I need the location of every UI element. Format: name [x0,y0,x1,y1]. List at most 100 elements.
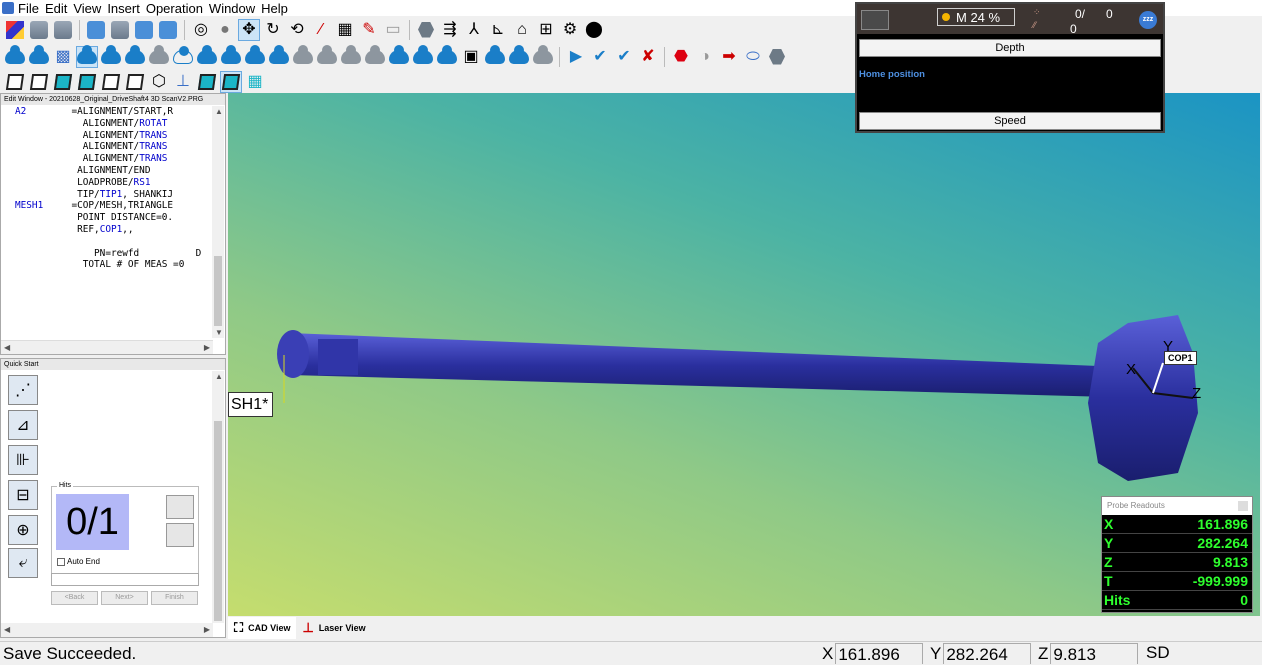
cube-wire-icon[interactable]: ⬡ [148,71,170,93]
arrow-right-icon[interactable]: ➡ [718,46,740,68]
screen-capture-icon[interactable]: ▭ [382,19,404,41]
cloud-psl-export-icon[interactable] [316,44,338,68]
grid-icon[interactable]: ▦ [244,71,266,93]
alignment-icon[interactable]: ⊿ [8,410,38,440]
cube-solid-icon[interactable] [196,71,218,93]
cloud-outline-icon[interactable] [172,45,194,68]
code-line[interactable] [15,236,211,248]
code-line[interactable]: ALIGNMENT/ROTAT [15,118,211,130]
pen-icon[interactable]: ✎ [358,19,380,41]
rotate-3d-icon[interactable]: ⟲ [286,19,308,41]
cube-view-icon[interactable] [100,71,122,93]
menu-edit[interactable]: Edit [45,1,67,16]
scroll-up-icon[interactable]: ▲ [215,372,223,381]
gear-icon[interactable]: ⚙ [559,19,581,41]
menu-view[interactable]: View [73,1,101,16]
translate-icon[interactable]: ✥ [238,18,260,41]
depth-button[interactable]: Depth [859,39,1161,57]
sleep-icon[interactable]: zzz [1139,11,1157,29]
graphics-window-icon[interactable] [52,19,74,41]
save-icon[interactable] [28,19,50,41]
stop-icon[interactable]: ⬣ [670,46,692,68]
image-icon[interactable]: ▣ [460,46,482,68]
edit-window-horizontal-scrollbar[interactable]: ◀ ▶ [1,340,213,354]
rotate-icon[interactable]: ↻ [262,19,284,41]
code-line[interactable]: ALIGNMENT/END [15,165,211,177]
cube-view-icon[interactable] [76,71,98,93]
scroll-left-icon[interactable]: ◀ [4,625,10,634]
code-line[interactable]: LOADPROBE/RS1 [15,177,211,189]
cloud-icon[interactable] [124,44,146,68]
view-setup-icon[interactable] [109,19,131,41]
cube-view-icon[interactable] [4,71,26,93]
code-line[interactable]: TIP/TIP1, SHANKIJ [15,189,211,201]
home-icon[interactable]: ⌂ [511,19,533,41]
zoom-to-fit-icon[interactable] [85,19,107,41]
cloud-select-icon[interactable] [76,44,98,68]
cloud-xyz-export-icon[interactable] [292,44,314,68]
cloud-psl-icon[interactable] [268,44,290,68]
cube-shaded-icon[interactable] [220,70,242,93]
zoom-window-icon[interactable] [157,19,179,41]
quick-start-input[interactable] [51,573,199,586]
code-line[interactable]: ALIGNMENT/TRANS [15,141,211,153]
menu-operation[interactable]: Operation [146,1,203,16]
cloud-icon[interactable] [364,44,386,68]
flow-icon[interactable]: ⇶ [439,19,461,41]
menu-file[interactable]: File [18,1,39,16]
cube-view-icon[interactable] [28,71,50,93]
mesh-label[interactable]: SH1* [228,392,273,417]
axis-icon[interactable]: ⊾ [487,19,509,41]
scroll-down-icon[interactable]: ▼ [215,328,223,337]
cloud-icon[interactable] [436,44,458,68]
speed-override[interactable]: M 24 % [937,8,1015,26]
tab-cad-view[interactable]: ⛶ CAD View [228,617,297,639]
tile-icon[interactable] [861,10,889,30]
scroll-left-icon[interactable]: ◀ [4,343,10,352]
edit-window-code[interactable]: A2 =ALIGNMENT/START,R ALIGNMENT/ROTAT AL… [1,106,211,338]
return-icon[interactable]: ⤶ [8,548,38,578]
delete-hits-button[interactable] [166,523,194,547]
shape-icon[interactable]: ⬭ [742,46,764,68]
scroll-right-icon[interactable]: ▶ [204,625,210,634]
cloud-igs-icon[interactable] [220,44,242,68]
code-line[interactable]: ALIGNMENT/TRANS [15,130,211,142]
next-button[interactable]: Next> [101,591,148,605]
calculator-icon[interactable]: ▦ [334,19,356,41]
quick-start-vertical-scrollbar[interactable]: ▲ [212,371,224,623]
scrollbar-thumb[interactable] [214,421,222,621]
cloud-disabled-icon[interactable] [532,44,554,68]
hexagon-icon[interactable] [766,46,788,68]
speed-button[interactable]: Speed [859,112,1161,130]
redraw-icon[interactable] [133,19,155,41]
checkbox-box[interactable] [57,557,65,566]
color-picker-icon[interactable] [4,19,26,41]
menu-window[interactable]: Window [209,1,255,16]
scroll-up-icon[interactable]: ▲ [215,107,223,116]
menu-insert[interactable]: Insert [107,1,140,16]
scroll-right-icon[interactable]: ▶ [204,343,210,352]
crosshair-icon[interactable]: ⊕ [8,515,38,545]
cube-view-icon[interactable] [52,71,74,93]
scrollbar-thumb[interactable] [214,256,222,326]
code-line[interactable]: ALIGNMENT/TRANS [15,153,211,165]
cloud-icon[interactable] [28,44,50,68]
cloud-icon[interactable] [196,44,218,68]
finish-button[interactable]: Finish [151,591,198,605]
hexagon-icon[interactable] [415,19,437,41]
auto-end-checkbox[interactable]: Auto End [57,557,100,566]
cube-view-icon[interactable] [124,71,146,93]
code-line[interactable]: A2 =ALIGNMENT/START,R [15,106,211,118]
code-line[interactable]: REF,COP1,, [15,224,211,236]
cloud-xyz-icon[interactable] [244,44,266,68]
probe-toggle-icon[interactable]: ◑ [694,46,716,68]
check-all-icon[interactable]: ✔ [613,46,635,68]
grid-axis-icon[interactable]: ⊞ [535,19,557,41]
probe-icon[interactable]: ⁄ [310,19,332,41]
dimension-icon[interactable]: ⊟ [8,480,38,510]
cloud-icon[interactable] [100,44,122,68]
code-line[interactable]: PN=rewfd D [15,248,211,260]
cloud-clean-icon[interactable] [148,44,170,68]
back-button[interactable]: <Back [51,591,98,605]
check-clear-icon[interactable]: ✘ [637,46,659,68]
